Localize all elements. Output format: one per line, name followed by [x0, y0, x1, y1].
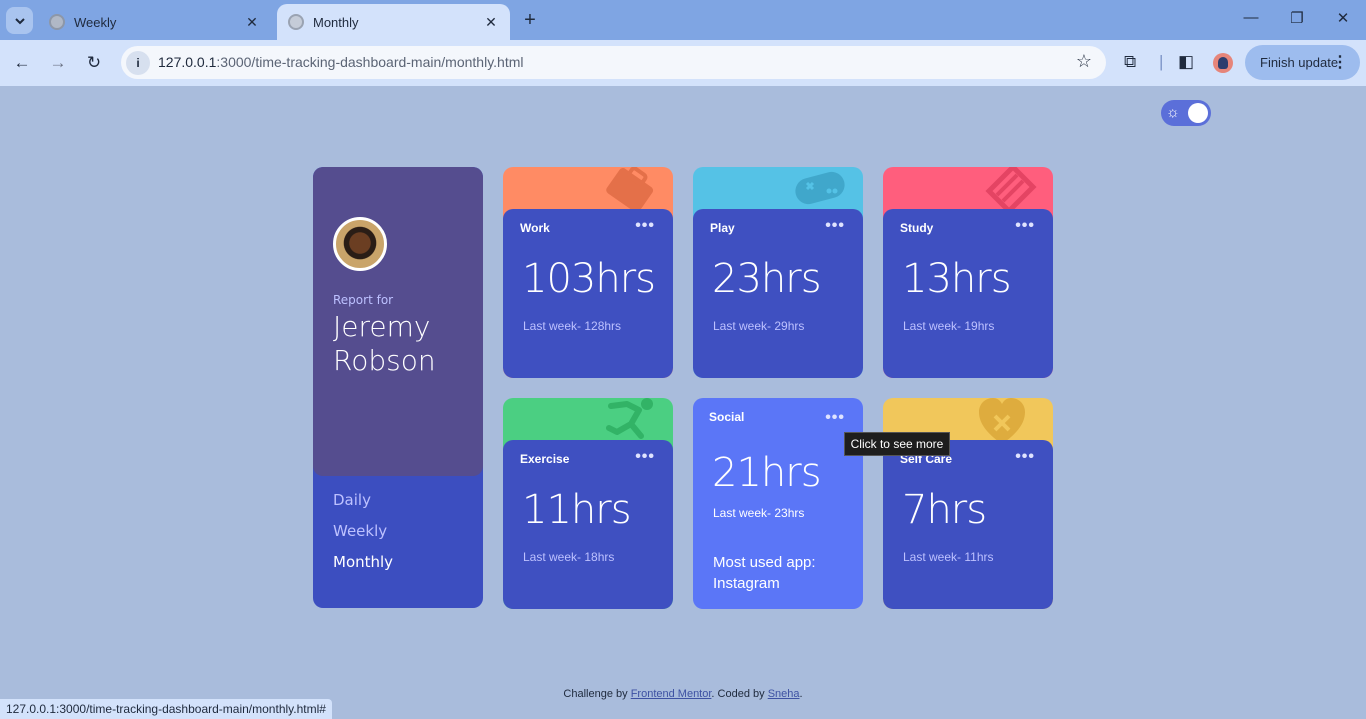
back-button[interactable]: ← [10, 51, 34, 75]
globe-icon [49, 14, 65, 30]
card-hours: 7hrs [902, 487, 987, 533]
tooltip: Click to see more [844, 432, 950, 456]
footer-prefix: Challenge by [563, 688, 631, 700]
sun-icon: ☼ [1166, 104, 1180, 121]
chevron-down-icon [14, 17, 25, 24]
forward-button[interactable]: → [46, 51, 70, 75]
card-hours: 13hrs [902, 256, 1012, 302]
more-options-icon[interactable]: ••• [1015, 449, 1035, 465]
side-panel-icon[interactable]: ◧ [1178, 52, 1194, 72]
card-hours: 23hrs [712, 256, 822, 302]
tab-weekly[interactable]: Weekly ✕ [38, 4, 271, 40]
author-link[interactable]: Sneha [768, 688, 800, 700]
card-last-week: Last week- 128hrs [523, 319, 622, 333]
close-window-button[interactable]: ✕ [1331, 9, 1355, 31]
period-weekly[interactable]: Weekly [333, 522, 387, 540]
url-path: :3000/time-tracking-dashboard-main/month… [216, 54, 524, 70]
url-host: 127.0.0.1 [158, 54, 217, 70]
card-title: Work [520, 221, 550, 235]
user-name: Jeremy Robson [333, 310, 436, 377]
tab-title: Monthly [313, 14, 359, 30]
more-options-icon[interactable]: ••• [1015, 218, 1035, 234]
browser-tab-bar: Weekly ✕ Monthly ✕ + — ❐ ✕ [0, 0, 1366, 40]
social-card[interactable]: Social ••• 21hrs Last week- 23hrs Most u… [693, 398, 863, 609]
period-daily[interactable]: Daily [333, 491, 371, 509]
card-last-week: Last week- 29hrs [713, 319, 805, 333]
profile-card: Report for Jeremy Robson Daily Weekly Mo… [313, 167, 483, 608]
more-options-icon[interactable]: ••• [635, 218, 655, 234]
reload-button[interactable]: ↻ [82, 51, 106, 75]
url-text[interactable]: 127.0.0.1:3000/time-tracking-dashboard-m… [158, 54, 524, 70]
tab-search-button[interactable] [6, 7, 33, 34]
extensions-icon[interactable]: ⧉ [1124, 52, 1136, 72]
more-options-icon[interactable]: ••• [825, 410, 845, 426]
card-title: Exercise [520, 452, 570, 466]
exercise-card: Exercise ••• 11hrs Last week- 18hrs [503, 398, 673, 609]
tab-title: Weekly [74, 14, 117, 30]
profile-header: Report for Jeremy Robson [313, 167, 483, 476]
tab-monthly[interactable]: Monthly ✕ [277, 4, 510, 40]
book-icon [985, 167, 1037, 215]
status-bar-url: 127.0.0.1:3000/time-tracking-dashboard-m… [0, 699, 332, 719]
more-menu-icon[interactable]: ⋮ [1332, 52, 1348, 72]
address-bar[interactable]: i 127.0.0.1:3000/time-tracking-dashboard… [121, 46, 1106, 79]
card-last-week: Last week- 19hrs [903, 319, 995, 333]
most-used-app: Most used app: Instagram [713, 554, 816, 592]
self-care-card-body[interactable]: Self Care ••• 7hrs Last week- 11hrs [883, 440, 1053, 609]
theme-toggle[interactable]: ☼ [1161, 100, 1211, 126]
browser-toolbar: ← → ↻ i 127.0.0.1:3000/time-tracking-das… [0, 40, 1366, 86]
restore-button[interactable]: ❐ [1285, 9, 1309, 31]
finish-update-label: Finish update [1260, 55, 1339, 70]
finish-update-button[interactable]: Finish update ⋮ [1245, 45, 1360, 80]
play-card-body[interactable]: Play ••• 23hrs Last week- 29hrs [693, 209, 863, 378]
study-card: Study ••• 13hrs Last week- 19hrs [883, 167, 1053, 378]
report-for-label: Report for [333, 293, 394, 307]
work-card-body[interactable]: Work ••• 103hrs Last week- 128hrs [503, 209, 673, 378]
more-options-icon[interactable]: ••• [635, 449, 655, 465]
close-icon[interactable]: ✕ [482, 14, 500, 31]
footer-middle: . Coded by [711, 688, 768, 700]
gamepad-icon [795, 171, 845, 205]
bookmark-star-icon[interactable]: ☆ [1076, 51, 1092, 72]
toggle-knob [1188, 103, 1208, 123]
more-options-icon[interactable]: ••• [825, 218, 845, 234]
card-last-week: Last week- 18hrs [523, 550, 615, 564]
card-title: Study [900, 221, 934, 235]
briefcase-icon [606, 167, 654, 213]
site-info-icon[interactable]: i [126, 51, 150, 75]
card-hours: 21hrs [712, 450, 822, 496]
close-icon[interactable]: ✕ [243, 14, 261, 31]
card-title: Play [710, 221, 735, 235]
self-care-card: Self Care ••• 7hrs Last week- 11hrs [883, 398, 1053, 609]
card-last-week: Last week- 11hrs [903, 550, 994, 564]
globe-icon [288, 14, 304, 30]
avatar [333, 217, 387, 271]
period-monthly[interactable]: Monthly [333, 553, 393, 571]
work-card: Work ••• 103hrs Last week- 128hrs [503, 167, 673, 378]
card-title: Social [709, 410, 745, 424]
running-icon [606, 398, 653, 439]
card-hours: 11hrs [522, 487, 632, 533]
exercise-card-body[interactable]: Exercise ••• 11hrs Last week- 18hrs [503, 440, 673, 609]
new-tab-button[interactable]: + [518, 9, 542, 33]
play-card: Play ••• 23hrs Last week- 29hrs [693, 167, 863, 378]
frontend-mentor-link[interactable]: Frontend Mentor [631, 688, 712, 700]
profile-avatar[interactable] [1213, 53, 1233, 73]
study-card-body[interactable]: Study ••• 13hrs Last week- 19hrs [883, 209, 1053, 378]
minimize-button[interactable]: — [1239, 9, 1263, 31]
toolbar-divider: | [1159, 52, 1164, 71]
footer-suffix: . [799, 688, 803, 700]
card-hours: 103hrs [522, 256, 656, 302]
card-last-week: Last week- 23hrs [713, 506, 805, 520]
